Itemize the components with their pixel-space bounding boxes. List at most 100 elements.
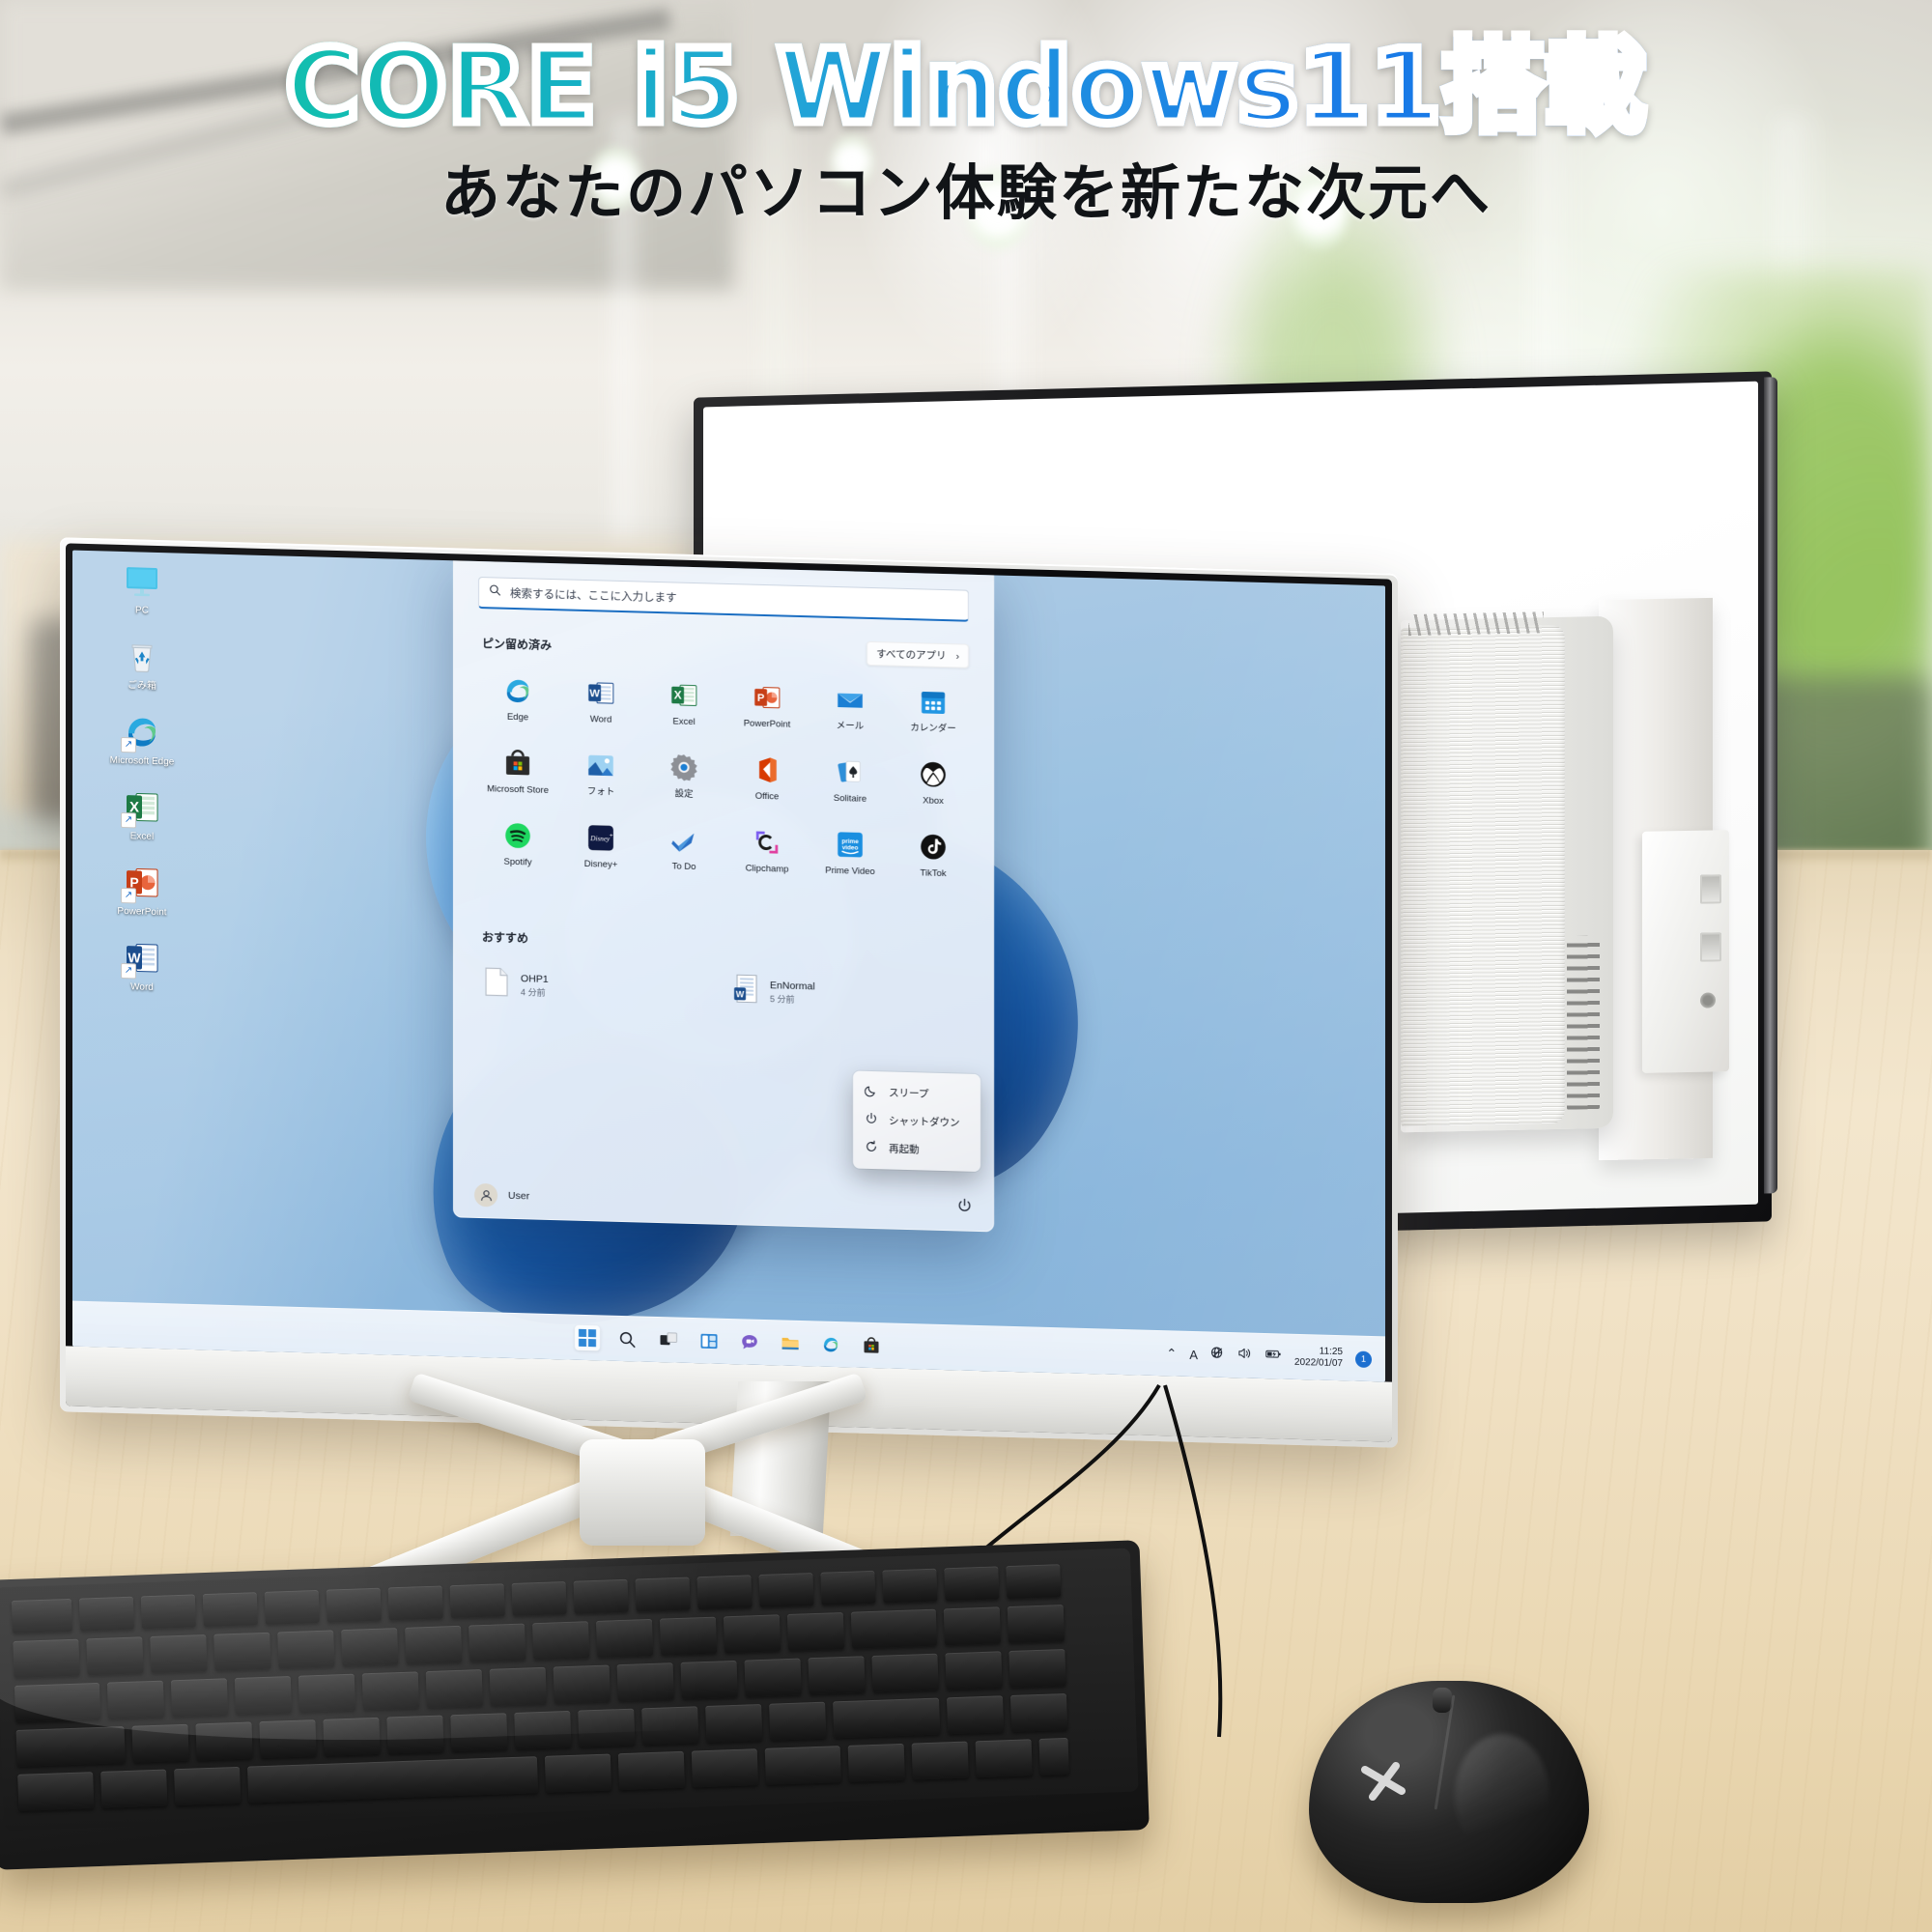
keyboard[interactable]: [0, 1540, 1150, 1870]
recommended-item-ohp1[interactable]: OHP1 4 分前: [476, 960, 725, 1014]
desktop-icon-powerpoint[interactable]: P ↗ PowerPoint: [88, 862, 196, 919]
power-button[interactable]: [956, 1197, 973, 1218]
store-icon: [502, 748, 533, 780]
taskbar-edge-button[interactable]: [818, 1331, 843, 1357]
taskbar-start-button[interactable]: [574, 1324, 600, 1351]
start-search-placeholder: 検索するには、ここに入力します: [510, 587, 677, 605]
user-account-button[interactable]: User: [474, 1182, 530, 1208]
recommended-item-subtitle: 4 分前: [521, 987, 546, 998]
taskbar-store-button[interactable]: [859, 1333, 884, 1359]
taskbar-chat-button[interactable]: [737, 1329, 762, 1355]
shortcut-arrow-icon: ↗: [121, 811, 136, 829]
recommended-section: おすすめ OHP1 4 分前 W EnNormal 5 分前: [476, 928, 975, 1021]
pinned-app-label: PowerPoint: [743, 718, 791, 730]
desktop-icon-pc[interactable]: PC: [88, 560, 196, 617]
key: [764, 1746, 841, 1785]
mouse[interactable]: [1309, 1681, 1589, 1903]
pinned-app-label: Microsoft Store: [487, 783, 549, 796]
pinned-app-label: Word: [589, 714, 612, 725]
svg-text:W: W: [736, 989, 745, 999]
edge-icon: [502, 675, 533, 707]
powerpoint-icon: P: [752, 682, 782, 714]
shortcut-arrow-icon: ↗: [121, 887, 136, 904]
taskbar-search-button[interactable]: [615, 1326, 640, 1352]
calendar-icon: [918, 686, 949, 718]
pinned-app-microsoft-store[interactable]: Microsoft Store: [476, 740, 559, 801]
pc-module-top-vent: [1408, 611, 1544, 637]
pinned-app-word[interactable]: W Word: [559, 669, 642, 730]
taskbar-task-view-button[interactable]: [656, 1327, 681, 1353]
power-option-restart[interactable]: 再起動: [853, 1133, 980, 1165]
pinned-app-settings[interactable]: 設定: [642, 745, 725, 806]
pinned-app-label: カレンダー: [910, 723, 956, 735]
clock-date: 2022/01/07: [1293, 1356, 1343, 1370]
pinned-app-powerpoint[interactable]: P PowerPoint: [725, 674, 809, 735]
pinned-app-tiktok[interactable]: TikTok: [892, 823, 975, 884]
battery-charging-icon[interactable]: [1264, 1347, 1282, 1366]
stand-hub: [580, 1439, 705, 1546]
key: [17, 1772, 95, 1811]
pinned-app-spotify[interactable]: Spotify: [476, 812, 559, 873]
pc-module: [1401, 611, 1613, 1133]
power-option-sleep[interactable]: スリープ: [853, 1077, 980, 1109]
taskbar-clock[interactable]: 11:25 2022/01/07: [1294, 1345, 1343, 1370]
svg-text:+: +: [610, 833, 613, 839]
tray-chevron-up-icon[interactable]: ⌃: [1166, 1346, 1177, 1361]
pinned-app-label: Office: [754, 790, 780, 803]
key: [15, 1726, 126, 1767]
pinned-app-label: TikTok: [920, 867, 947, 880]
recommended-item-ennormal[interactable]: W EnNormal 5 分前: [725, 967, 975, 1021]
ime-indicator[interactable]: A: [1189, 1347, 1198, 1361]
pinned-app-photos[interactable]: フォト: [559, 742, 642, 803]
svg-text:Disney: Disney: [589, 835, 611, 843]
pinned-app-xbox[interactable]: Xbox: [892, 752, 975, 812]
desktop-icon-excel[interactable]: X ↗ Excel: [88, 786, 196, 843]
taskbar-widgets-button[interactable]: [696, 1328, 722, 1354]
desktop-icon-word[interactable]: W ↗ Word: [88, 937, 196, 994]
key: [100, 1769, 168, 1808]
advertisement-headline: CORE i5 Windows11搭載 あなたのパソコン体験を新たな次元へ: [0, 32, 1932, 231]
pinned-app-disney-plus[interactable]: Disney + Disney+: [559, 814, 642, 875]
pinned-app-label: Spotify: [503, 856, 532, 868]
todo-check-icon: [668, 824, 699, 856]
desktop-icon-recycle-bin[interactable]: ごみ箱: [88, 636, 196, 693]
system-tray: ⌃ A 11:25 2022/01/07 1: [1166, 1342, 1372, 1372]
recycle-bin-icon: [123, 637, 161, 676]
moon-icon: [864, 1084, 878, 1100]
start-search-input[interactable]: 検索するには、ここに入力します: [478, 576, 969, 622]
pinned-app-excel[interactable]: X Excel: [642, 672, 725, 733]
pinned-app-label: Excel: [672, 716, 696, 728]
key: [975, 1739, 1033, 1778]
svg-text:P: P: [757, 693, 765, 704]
svg-text:video: video: [842, 844, 859, 851]
mouse-scroll-wheel[interactable]: [1432, 1687, 1452, 1713]
chevron-right-icon: ›: [955, 649, 960, 662]
pinned-app-label: Solitaire: [833, 792, 867, 805]
power-options-menu[interactable]: スリープ シャットダウン 再起動: [853, 1070, 980, 1173]
pinned-app-label: Edge: [506, 711, 529, 724]
pinned-app-mail[interactable]: メール: [809, 676, 892, 737]
pinned-app-label: Disney+: [583, 858, 618, 870]
prime-video-icon: prime video: [835, 829, 866, 861]
pinned-app-calendar[interactable]: カレンダー: [892, 679, 975, 740]
pinned-app-prime-video[interactable]: prime video Prime Video: [809, 821, 892, 882]
pinned-app-clipchamp[interactable]: Clipchamp: [725, 819, 809, 880]
x-logo-icon: [1353, 1752, 1413, 1812]
user-name: User: [508, 1189, 530, 1203]
power-option-shutdown[interactable]: シャットダウン: [853, 1105, 980, 1137]
taskbar-file-explorer-button[interactable]: [778, 1330, 803, 1356]
start-menu[interactable]: 検索するには、ここに入力します ピン留め済み すべてのアプリ › Edge W …: [453, 551, 994, 1233]
notification-badge[interactable]: 1: [1355, 1350, 1372, 1368]
volume-icon[interactable]: [1237, 1346, 1252, 1365]
restart-icon: [865, 1140, 878, 1156]
pinned-app-label: Clipchamp: [745, 863, 789, 875]
network-disconnected-icon[interactable]: [1210, 1345, 1225, 1364]
key: [1038, 1737, 1069, 1776]
desktop-icon-edge[interactable]: ↗ Microsoft Edge: [88, 711, 196, 768]
all-apps-button[interactable]: すべてのアプリ ›: [867, 640, 969, 668]
pinned-app-solitaire[interactable]: Solitaire: [809, 749, 892, 810]
pinned-app-todo[interactable]: To Do: [642, 817, 725, 878]
blank-document-icon: [484, 967, 509, 1002]
pinned-app-office[interactable]: Office: [725, 747, 809, 808]
pinned-app-edge[interactable]: Edge: [476, 668, 559, 728]
